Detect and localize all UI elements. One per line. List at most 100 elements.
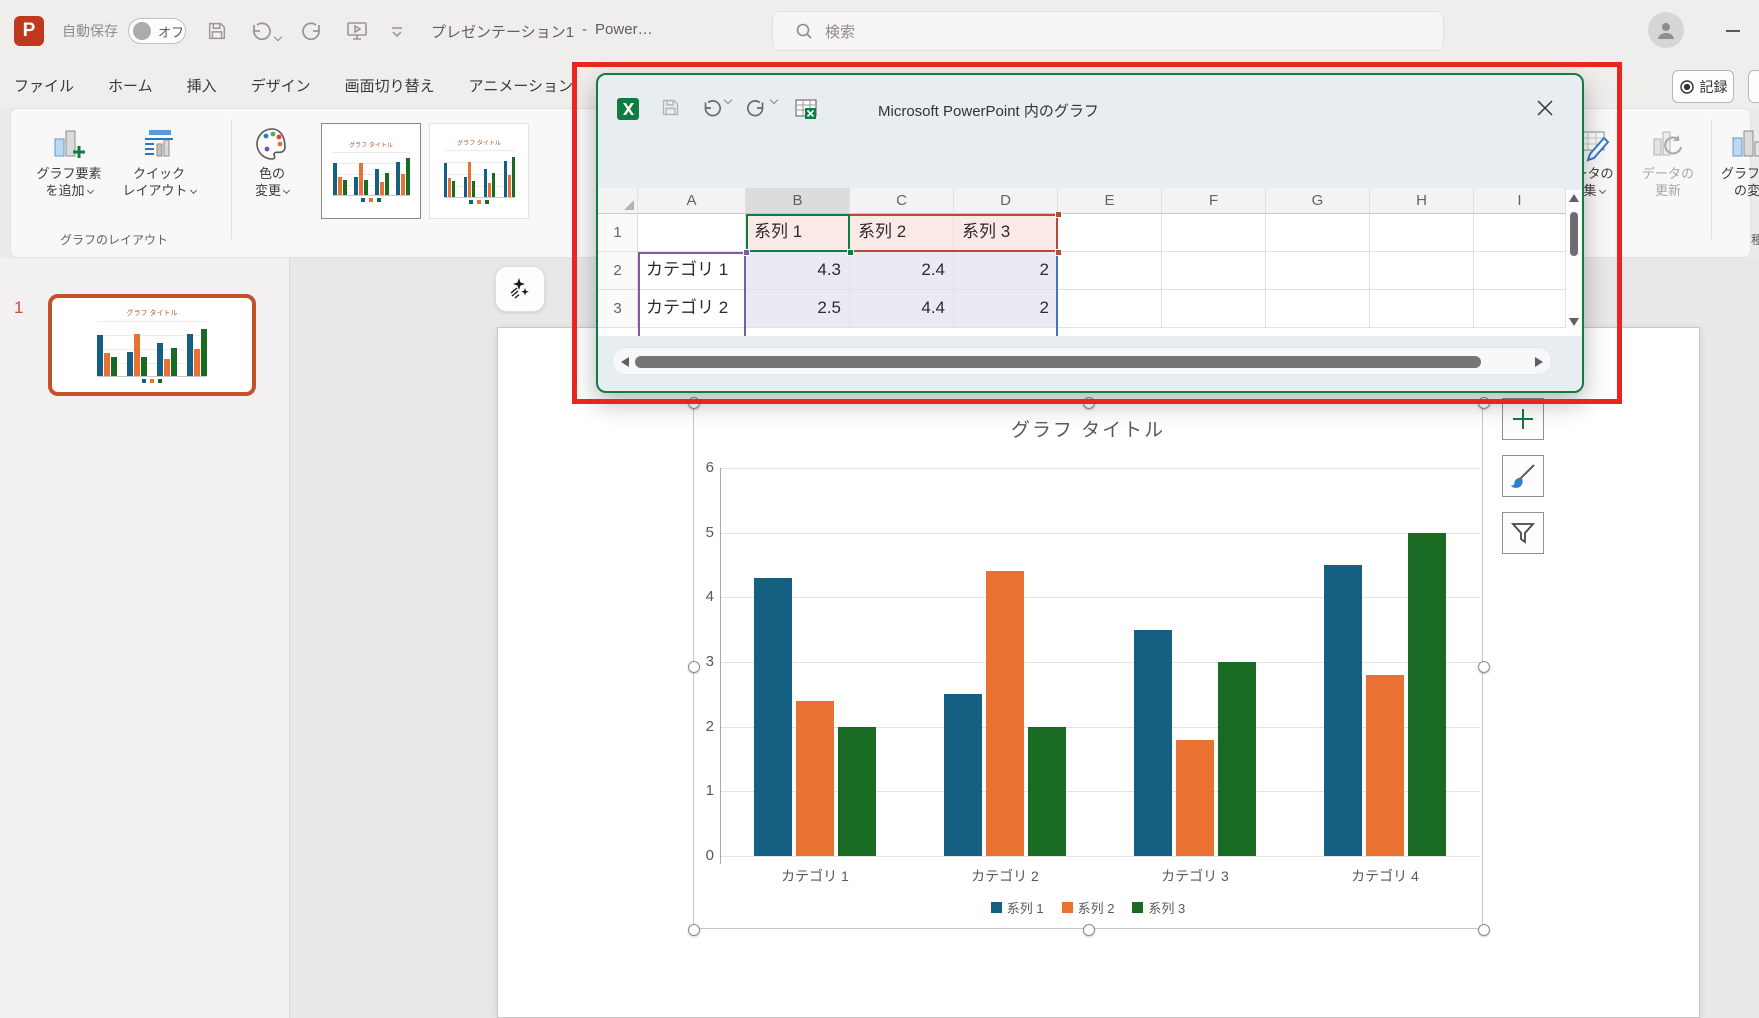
record-button[interactable]: 記録	[1672, 70, 1734, 103]
tab-5[interactable]: アニメーション	[469, 75, 573, 96]
bar-series2-cat3[interactable]	[1176, 740, 1214, 856]
cell-I2[interactable]	[1474, 252, 1566, 290]
sheet-corner[interactable]	[598, 188, 638, 214]
horizontal-scrollbar[interactable]	[612, 347, 1552, 375]
cell-E3[interactable]	[1058, 290, 1162, 328]
vertical-scrollbar[interactable]	[1566, 190, 1582, 336]
cell-I1[interactable]	[1474, 214, 1566, 252]
scroll-up-icon[interactable]	[1569, 194, 1579, 202]
cell-D3[interactable]: 2	[954, 290, 1058, 328]
column-header-H[interactable]: H	[1370, 188, 1474, 214]
legend-item[interactable]: 系列 1	[991, 898, 1044, 917]
chart-handle-ne[interactable]	[1478, 397, 1490, 409]
cell-B2[interactable]: 4.3	[746, 252, 850, 290]
tab-4[interactable]: 画面切り替え	[345, 75, 435, 96]
cell-G2[interactable]	[1266, 252, 1370, 290]
chart-handle-sw[interactable]	[688, 924, 700, 936]
add-chart-element-button[interactable]: グラフ要素 を追加	[25, 117, 113, 223]
cell-C1[interactable]: 系列 2	[850, 214, 954, 252]
column-header-I[interactable]: I	[1474, 188, 1566, 214]
chart-handle-n[interactable]	[1083, 397, 1095, 409]
cell-E1[interactable]	[1058, 214, 1162, 252]
powerpoint-logo-icon[interactable]: P	[14, 16, 44, 46]
cell-C3[interactable]: 4.4	[850, 290, 954, 328]
cell-E2[interactable]	[1058, 252, 1162, 290]
column-header-G[interactable]: G	[1266, 188, 1370, 214]
save-icon[interactable]	[206, 20, 228, 42]
bar-series2-cat1[interactable]	[796, 701, 834, 856]
cell-H2[interactable]	[1370, 252, 1474, 290]
legend-item[interactable]: 系列 3	[1132, 898, 1185, 917]
chart-handle-e[interactable]	[1478, 661, 1490, 673]
bar-series3-cat1[interactable]	[838, 727, 876, 856]
avatar[interactable]	[1648, 12, 1684, 48]
chart-handle-nw[interactable]	[688, 397, 700, 409]
quick-layout-button[interactable]: クイック レイアウト	[115, 117, 203, 223]
tab-file[interactable]: ファイル	[14, 75, 74, 96]
row-header-1[interactable]: 1	[598, 214, 638, 252]
slide-thumbnail[interactable]: グラフ タイトル	[48, 294, 256, 396]
undo-icon[interactable]	[248, 19, 281, 43]
bar-series1-cat4[interactable]	[1324, 565, 1362, 856]
cell-A3[interactable]: カテゴリ 2	[638, 290, 746, 328]
edit-in-excel-icon[interactable]	[794, 97, 818, 126]
bar-series1-cat1[interactable]	[754, 578, 792, 856]
cell-D2[interactable]: 2	[954, 252, 1058, 290]
undo-icon[interactable]	[700, 97, 731, 119]
bar-series2-cat4[interactable]	[1366, 675, 1404, 856]
cell-F2[interactable]	[1162, 252, 1266, 290]
chart-style-thumbnail-1[interactable]: グラフ タイトル	[321, 123, 421, 219]
change-colors-button[interactable]: 色の 変更	[239, 117, 305, 223]
column-header-B[interactable]: B	[746, 188, 850, 214]
chart-elements-button[interactable]	[1502, 398, 1544, 440]
scroll-right-icon[interactable]	[1535, 357, 1543, 367]
horizontal-scroll-thumb[interactable]	[635, 356, 1481, 368]
quick-access-more-icon[interactable]	[389, 23, 405, 39]
row-header-3[interactable]: 3	[598, 290, 638, 328]
minimize-icon[interactable]	[1726, 30, 1740, 32]
cell-A2[interactable]: カテゴリ 1	[638, 252, 746, 290]
tab-3[interactable]: デザイン	[251, 75, 311, 96]
redo-icon[interactable]	[746, 97, 777, 119]
cell-H1[interactable]	[1370, 214, 1474, 252]
bar-series3-cat4[interactable]	[1408, 533, 1446, 856]
bar-series1-cat2[interactable]	[944, 694, 982, 856]
column-header-E[interactable]: E	[1058, 188, 1162, 214]
cell-I3[interactable]	[1474, 290, 1566, 328]
cell-D1[interactable]: 系列 3	[954, 214, 1058, 252]
tab-2[interactable]: 挿入	[187, 75, 217, 96]
partial-button[interactable]	[1748, 70, 1759, 103]
save-icon[interactable]	[660, 97, 681, 123]
chart-filters-button[interactable]	[1502, 512, 1544, 554]
redo-icon[interactable]	[301, 19, 325, 43]
change-chart-type-button[interactable]: グラフの の変	[1717, 117, 1759, 223]
cell-F3[interactable]	[1162, 290, 1266, 328]
refresh-data-button[interactable]: データの 更新	[1631, 117, 1705, 223]
vertical-scroll-thumb[interactable]	[1570, 212, 1578, 256]
chart-styles-button[interactable]	[1502, 455, 1544, 497]
chart-data-editor-window[interactable]: Microsoft PowerPoint 内のグラフ ABCDEFGHI1系列 …	[596, 73, 1584, 393]
column-header-D[interactable]: D	[954, 188, 1058, 214]
chart-handle-s[interactable]	[1083, 924, 1095, 936]
chart-handle-se[interactable]	[1478, 924, 1490, 936]
chart-handle-w[interactable]	[688, 661, 700, 673]
cell-A1[interactable]	[638, 214, 746, 252]
designer-button[interactable]	[495, 266, 545, 312]
bar-series1-cat3[interactable]	[1134, 630, 1172, 856]
present-from-start-icon[interactable]	[345, 19, 369, 43]
column-header-A[interactable]: A	[638, 188, 746, 214]
cell-G3[interactable]	[1266, 290, 1370, 328]
bar-series2-cat2[interactable]	[986, 571, 1024, 856]
scroll-down-icon[interactable]	[1569, 318, 1579, 326]
bar-series3-cat3[interactable]	[1218, 662, 1256, 856]
row-header-2[interactable]: 2	[598, 252, 638, 290]
chart-legend[interactable]: 系列 1 系列 2 系列 3	[694, 898, 1482, 917]
tab-1[interactable]: ホーム	[108, 75, 153, 96]
search-input[interactable]: 検索	[772, 11, 1444, 51]
chart-style-thumbnail-2[interactable]: グラフ タイトル	[429, 123, 529, 219]
cell-C2[interactable]: 2.4	[850, 252, 954, 290]
cell-B3[interactable]: 2.5	[746, 290, 850, 328]
legend-item[interactable]: 系列 2	[1062, 898, 1115, 917]
cell-H3[interactable]	[1370, 290, 1474, 328]
bar-series3-cat2[interactable]	[1028, 727, 1066, 856]
